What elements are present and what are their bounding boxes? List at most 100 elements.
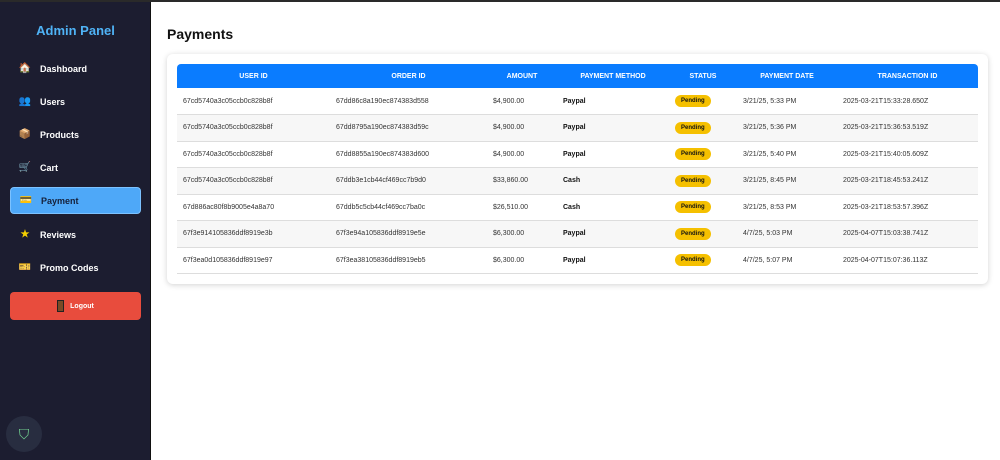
- table-cell: 2025-04-07T15:03:38.741Z: [837, 220, 978, 248]
- sidebar-item-label: Payment: [41, 195, 79, 206]
- table-cell: 67ddb5c5cb44cf469cc7ba0c: [330, 194, 487, 221]
- table-cell: 67cd5740a3c05ccb0c828b8f: [177, 141, 330, 168]
- status-cell: Pending: [669, 220, 737, 248]
- table-cell: Cash: [557, 167, 669, 195]
- table-cell: 67dd8855a190ec874383d600: [330, 141, 487, 168]
- table-cell: $4,900.00: [487, 88, 557, 115]
- door-icon: [57, 300, 65, 312]
- column-header: TRANSACTION ID: [837, 64, 978, 88]
- status-badge: Pending: [675, 121, 711, 134]
- sidebar-item-label: Reviews: [40, 229, 77, 240]
- page-title: Payments: [167, 26, 234, 42]
- table-cell: 4/7/25, 5:03 PM: [737, 220, 837, 248]
- sidebar-item-products[interactable]: 📦 Products: [10, 121, 141, 148]
- table-cell: $4,900.00: [487, 114, 557, 142]
- table-cell: 67cd5740a3c05ccb0c828b8f: [177, 88, 330, 115]
- table-cell: Paypal: [557, 114, 669, 142]
- table-cell: Paypal: [557, 88, 669, 115]
- house-icon: 🏠: [18, 63, 32, 74]
- table-row: 67cd5740a3c05ccb0c828b8f 67ddb3e1cb44cf46…: [177, 167, 978, 195]
- table-cell: 67cd5740a3c05ccb0c828b8f: [177, 167, 330, 195]
- table-cell: 2025-03-21T18:45:53.241Z: [837, 167, 978, 195]
- status-badge: Pending: [675, 254, 711, 267]
- table-header-row: USER ID ORDER ID AMOUNT PAYMENT METHOD STATU…: [177, 64, 978, 88]
- sidebar-item-promo-codes[interactable]: 🎫 Promo Codes: [10, 254, 141, 281]
- table-cell: 4/7/25, 5:07 PM: [737, 247, 837, 274]
- status-badge: Pending: [675, 95, 711, 107]
- table-row: 67cd5740a3c05ccb0c828b8f 67dd8855a190ec87…: [177, 141, 978, 168]
- column-header: AMOUNT: [487, 64, 557, 88]
- table-cell: 67f3ea38105836ddf8919eb5: [330, 247, 487, 274]
- table-cell: 3/21/25, 8:45 PM: [737, 167, 837, 195]
- table-cell: 67f3e914105836ddf8919e3b: [177, 220, 330, 248]
- payments-card: USER ID ORDER ID AMOUNT PAYMENT METHOD STATU…: [167, 54, 988, 284]
- table-cell: 67d886ac80f8b9005e4a8a70: [177, 194, 330, 221]
- credit-card-icon: 💳: [19, 195, 33, 206]
- column-header: ORDER ID: [330, 64, 487, 88]
- status-cell: Pending: [669, 88, 737, 115]
- table-cell: 67f3e94a105836ddf8919e5e: [330, 220, 487, 248]
- table-row: 67f3e914105836ddf8919e3b 67f3e94a105836dd…: [177, 220, 978, 248]
- sidebar-item-label: Cart: [40, 162, 59, 173]
- table-cell: 67dd8795a190ec874383d59c: [330, 114, 487, 142]
- logout-button[interactable]: Logout: [10, 292, 141, 320]
- cart-icon: 🛒: [18, 162, 32, 173]
- sidebar-item-label: Promo Codes: [40, 262, 99, 273]
- sidebar-item-users[interactable]: 👥 Users: [10, 88, 141, 115]
- table-cell: 67dd86c8a190ec874383d558: [330, 88, 487, 115]
- status-cell: Pending: [669, 114, 737, 142]
- table-cell: 3/21/25, 5:36 PM: [737, 114, 837, 142]
- table-cell: $4,900.00: [487, 141, 557, 168]
- status-cell: Pending: [669, 194, 737, 221]
- table-cell: 2025-03-21T15:33:28.650Z: [837, 88, 978, 115]
- column-header: PAYMENT METHOD: [557, 64, 669, 88]
- column-header: STATUS: [669, 64, 737, 88]
- sidebar-item-dashboard[interactable]: 🏠 Dashboard: [10, 55, 141, 82]
- status-badge: Pending: [675, 201, 711, 214]
- sidebar-item-label: Users: [40, 96, 66, 107]
- column-header: USER ID: [177, 64, 330, 88]
- table-cell: 67ddb3e1cb44cf469cc7b9d0: [330, 167, 487, 195]
- table-cell: $26,510.00: [487, 194, 557, 221]
- brand-title: Admin Panel: [36, 23, 115, 38]
- table-cell: Paypal: [557, 220, 669, 248]
- table-row: 67f3ea0d105836ddf8919e97 67f3ea38105836dd…: [177, 247, 978, 274]
- sidebar-item-payment[interactable]: 💳 Payment: [10, 187, 141, 214]
- table-row: 67cd5740a3c05ccb0c828b8f 67dd8795a190ec87…: [177, 114, 978, 142]
- sidebar-item-label: Dashboard: [40, 63, 88, 74]
- table-cell: Paypal: [557, 247, 669, 274]
- table-cell: 2025-03-21T15:36:53.519Z: [837, 114, 978, 142]
- status-badge: Pending: [675, 174, 711, 187]
- status-badge: Pending: [675, 148, 711, 161]
- table-cell: $33,860.00: [487, 167, 557, 195]
- table-cell: 2025-03-21T18:53:57.396Z: [837, 194, 978, 221]
- table-cell: 3/21/25, 5:33 PM: [737, 88, 837, 115]
- sidebar: Admin Panel 🏠 Dashboard 👥 Users 📦 Products 🛒 Ca…: [0, 2, 151, 460]
- status-badge: Pending: [675, 227, 711, 240]
- status-cell: Pending: [669, 141, 737, 168]
- status-cell: Pending: [669, 247, 737, 274]
- users-icon: 👥: [18, 96, 32, 107]
- table-cell: Cash: [557, 194, 669, 221]
- table-cell: Paypal: [557, 141, 669, 168]
- sidebar-item-reviews[interactable]: ★ Reviews: [10, 221, 141, 248]
- table-cell: 2025-03-21T15:40:05.609Z: [837, 141, 978, 168]
- table-cell: 2025-04-07T15:07:36.113Z: [837, 247, 978, 274]
- star-icon: ★: [20, 229, 30, 240]
- ticket-icon: 🎫: [18, 262, 32, 273]
- table-row: 67d886ac80f8b9005e4a8a70 67ddb5c5cb44cf46…: [177, 194, 978, 221]
- payments-table: USER ID ORDER ID AMOUNT PAYMENT METHOD STATU…: [177, 64, 978, 274]
- table-cell: $6,300.00: [487, 220, 557, 248]
- status-cell: Pending: [669, 167, 737, 195]
- table-row: 67cd5740a3c05ccb0c828b8f 67dd86c8a190ec87…: [177, 88, 978, 115]
- table-cell: $6,300.00: [487, 247, 557, 274]
- sidebar-item-cart[interactable]: 🛒 Cart: [10, 154, 141, 181]
- table-cell: 3/21/25, 5:40 PM: [737, 141, 837, 168]
- table-cell: 67f3ea0d105836ddf8919e97: [177, 247, 330, 274]
- table-cell: 67cd5740a3c05ccb0c828b8f: [177, 114, 330, 142]
- sidebar-item-label: Products: [40, 129, 80, 140]
- column-header: PAYMENT DATE: [737, 64, 837, 88]
- shield-watermark-icon: ⛉: [6, 416, 42, 452]
- box-icon: 📦: [18, 129, 32, 140]
- table-cell: 3/21/25, 8:53 PM: [737, 194, 837, 221]
